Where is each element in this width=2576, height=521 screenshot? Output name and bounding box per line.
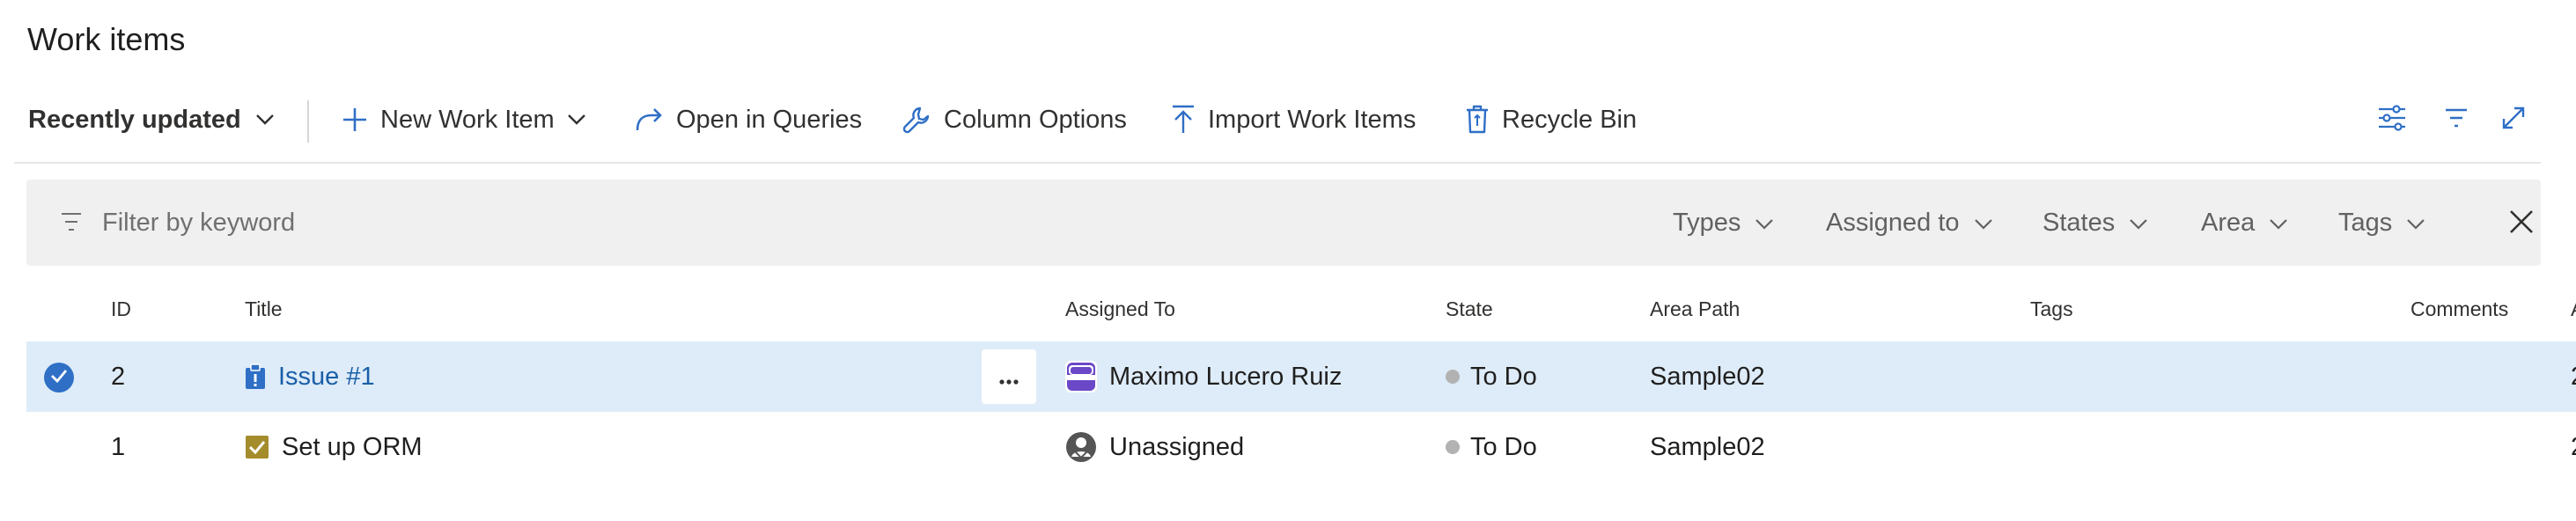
table-row[interactable]: 1 Set up ORM Unassigned To Do Sample02 2	[26, 412, 2576, 482]
recycle-bin-icon	[1465, 105, 1490, 135]
import-work-items-button[interactable]: Import Work Items	[1171, 84, 1416, 155]
chevron-down-icon	[2129, 209, 2148, 238]
work-item-title-link[interactable]: Set up ORM	[282, 433, 423, 462]
more-options-icon	[999, 363, 1019, 391]
chevron-down-icon	[2269, 209, 2288, 238]
row-title-cell: Issue #1	[245, 341, 375, 412]
column-header-activity[interactable]: A	[2571, 297, 2576, 321]
column-header-id[interactable]: ID	[111, 297, 131, 321]
new-work-item-button[interactable]: New Work Item	[342, 84, 586, 155]
recycle-bin-label: Recycle Bin	[1502, 105, 1638, 134]
toolbar-divider	[307, 100, 309, 143]
open-in-queries-button[interactable]: Open in Queries	[634, 84, 862, 155]
column-options-button[interactable]: Column Options	[902, 84, 1127, 155]
toolbar-divider-line	[14, 162, 2541, 164]
tags-filter-label: Tags	[2338, 208, 2393, 237]
tags-filter-dropdown[interactable]: Tags	[2338, 180, 2425, 266]
wrench-icon	[902, 105, 931, 135]
column-header-title[interactable]: Title	[245, 297, 283, 321]
row-activity: 2	[2571, 341, 2576, 412]
row-assigned-to-cell: Unassigned	[1065, 412, 1244, 482]
types-filter-dropdown[interactable]: Types	[1673, 180, 1774, 266]
row-more-actions-button[interactable]	[982, 349, 1036, 404]
state-label: To Do	[1470, 432, 1537, 461]
assignee-name[interactable]: Unassigned	[1109, 433, 1244, 462]
open-in-queries-label: Open in Queries	[676, 105, 863, 134]
chevron-down-icon	[567, 114, 586, 126]
filter-bar: Types Assigned to States Area Tags	[26, 180, 2541, 266]
import-work-items-label: Import Work Items	[1208, 105, 1417, 134]
view-options-icon	[2377, 104, 2407, 136]
row-title-cell: Set up ORM	[245, 412, 423, 482]
new-work-item-label: New Work Item	[380, 105, 555, 134]
table-header: ID Title Assigned To State Area Path Tag…	[26, 282, 2576, 338]
view-selector-dropdown[interactable]: Recently updated	[28, 84, 275, 155]
column-header-assigned-to[interactable]: Assigned To	[1065, 297, 1175, 321]
assigned-to-filter-label: Assigned to	[1826, 208, 1960, 237]
view-selector-label: Recently updated	[28, 105, 241, 134]
row-id: 2	[111, 362, 126, 391]
states-filter-dropdown[interactable]: States	[2042, 180, 2148, 266]
table-row[interactable]: 2 Issue #1 Maximo Lucero Ruiz To Do Samp…	[26, 341, 2576, 412]
close-filter-button[interactable]	[2507, 208, 2536, 240]
view-options-button[interactable]	[2377, 84, 2407, 155]
row-area-path: Sample02	[1650, 432, 1765, 461]
row-selected-checkbox[interactable]	[44, 363, 74, 393]
column-header-tags[interactable]: Tags	[2030, 297, 2073, 321]
row-id: 1	[111, 432, 126, 461]
types-filter-label: Types	[1673, 208, 1741, 237]
close-icon	[2507, 210, 2536, 239]
chevron-down-icon	[1755, 209, 1774, 238]
filter-icon	[60, 211, 83, 237]
upload-arrow-icon	[1171, 105, 1196, 135]
work-item-title-link[interactable]: Issue #1	[278, 363, 375, 392]
area-filter-dropdown[interactable]: Area	[2201, 180, 2288, 266]
assigned-to-filter-dropdown[interactable]: Assigned to	[1826, 180, 1993, 266]
checkmark-icon	[50, 369, 68, 387]
unassigned-avatar-icon	[1065, 431, 1097, 463]
row-assigned-to-cell: Maximo Lucero Ruiz	[1065, 341, 1342, 412]
issue-icon	[245, 363, 266, 390]
state-indicator-dot	[1446, 370, 1460, 384]
task-icon	[245, 435, 269, 459]
plus-icon	[342, 106, 368, 133]
row-activity: 2	[2571, 412, 2576, 482]
recycle-bin-button[interactable]: Recycle Bin	[1465, 84, 1637, 155]
row-state-cell: To Do	[1446, 341, 1537, 412]
filter-icon	[2444, 107, 2469, 133]
column-options-label: Column Options	[944, 105, 1127, 134]
states-filter-label: States	[2042, 208, 2116, 237]
fullscreen-icon	[2500, 105, 2527, 136]
user-avatar-icon	[1065, 361, 1097, 393]
chevron-down-icon	[1974, 209, 1993, 238]
column-header-comments[interactable]: Comments	[2410, 297, 2508, 321]
chevron-down-icon	[2406, 209, 2425, 238]
state-indicator-dot	[1446, 440, 1460, 454]
page-title: Work items	[27, 21, 186, 57]
state-label: To Do	[1470, 362, 1537, 391]
assignee-name[interactable]: Maximo Lucero Ruiz	[1109, 363, 1342, 392]
filter-toggle-button[interactable]	[2444, 84, 2469, 155]
row-area-path: Sample02	[1650, 362, 1765, 391]
area-filter-label: Area	[2201, 208, 2256, 237]
filter-keyword-input[interactable]	[102, 201, 894, 245]
command-bar: Recently updated New Work Item Open in Q…	[0, 84, 2576, 155]
fullscreen-button[interactable]	[2500, 84, 2527, 155]
redo-arrow-icon	[634, 106, 664, 133]
chevron-down-icon	[255, 114, 275, 126]
column-header-area-path[interactable]: Area Path	[1650, 297, 1740, 321]
row-state-cell: To Do	[1446, 412, 1537, 482]
column-header-state[interactable]: State	[1446, 297, 1493, 321]
